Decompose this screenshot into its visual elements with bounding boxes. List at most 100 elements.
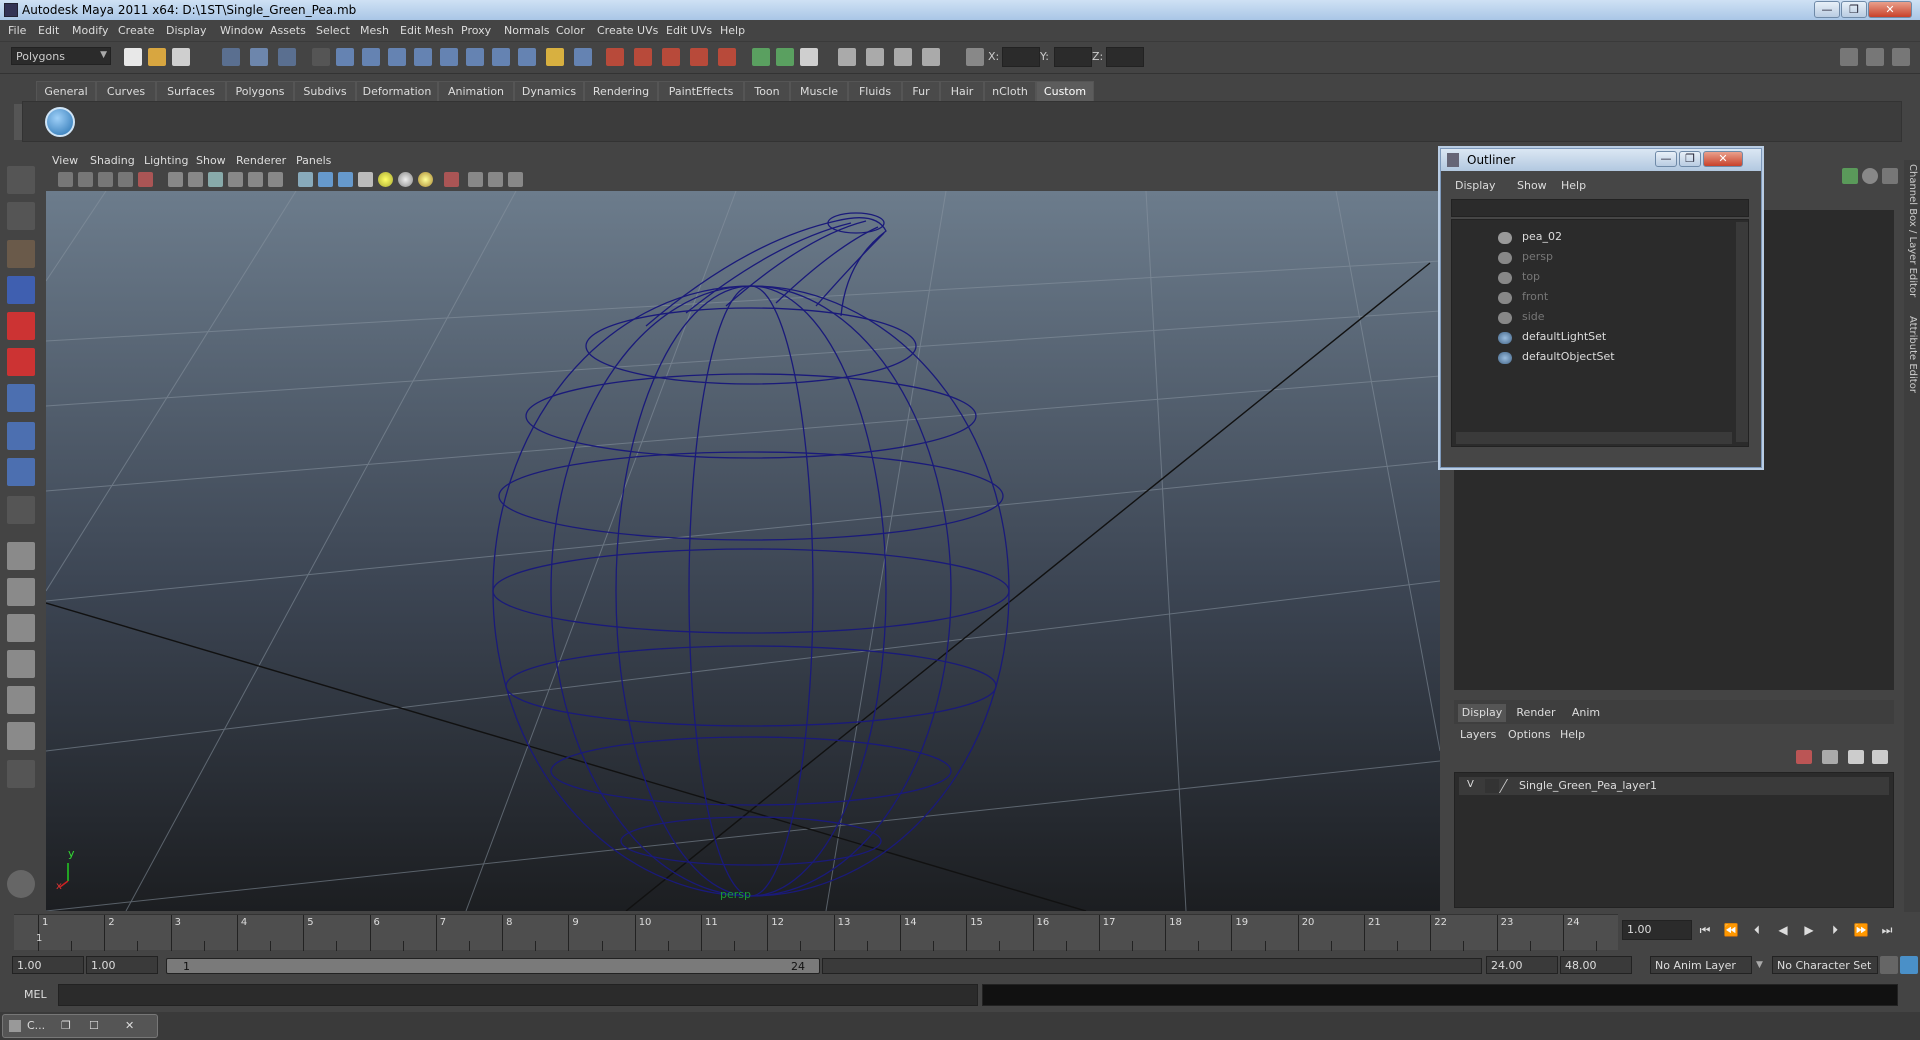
tab-custom[interactable]: Custom xyxy=(1036,81,1094,101)
persp-graph-hypershade-layout-icon[interactable] xyxy=(7,722,35,750)
snap-view-icon[interactable] xyxy=(414,48,432,66)
select-hierarchy-icon[interactable] xyxy=(222,48,240,66)
range-slider[interactable]: 1 24 xyxy=(166,958,820,974)
hypershade-persp-layout-icon[interactable] xyxy=(7,686,35,714)
wireframe-icon[interactable] xyxy=(298,172,313,187)
tab-ncloth[interactable]: nCloth xyxy=(984,81,1036,101)
outliner-item[interactable]: front xyxy=(1522,290,1548,303)
menu-edit-mesh[interactable]: Edit Mesh xyxy=(400,24,454,37)
scale-tool-icon[interactable] xyxy=(7,348,35,376)
outliner-menu-help[interactable]: Help xyxy=(1561,179,1586,192)
menu-file[interactable]: File xyxy=(8,24,26,37)
show-hide-tool-settings-icon[interactable] xyxy=(1866,48,1884,66)
ipr-render-icon[interactable] xyxy=(634,48,652,66)
mode-select[interactable]: Polygons ▼ xyxy=(11,47,111,65)
tab-toon[interactable]: Toon xyxy=(744,81,790,101)
show-manipulator-tool-icon[interactable] xyxy=(7,458,35,486)
brush-icon[interactable] xyxy=(1882,168,1898,184)
viewport-menu-renderer[interactable]: Renderer xyxy=(236,154,286,167)
new-layer-icon[interactable] xyxy=(1796,750,1812,764)
range-track[interactable] xyxy=(822,958,1482,974)
tab-painteffects[interactable]: PaintEffects xyxy=(658,81,744,101)
step-back-frame-icon[interactable]: ⏴ xyxy=(1748,923,1766,937)
tab-animation[interactable]: Animation xyxy=(438,81,514,101)
manipulator-tool-icon[interactable] xyxy=(7,384,35,412)
character-set-select[interactable]: No Character Set xyxy=(1772,956,1878,974)
question-icon[interactable] xyxy=(518,48,536,66)
playback-start-field[interactable]: 1.00 xyxy=(86,956,158,974)
four-view-layout-icon[interactable] xyxy=(7,578,35,606)
menu-normals[interactable]: Normals xyxy=(504,24,550,37)
shelf-menu-handle[interactable] xyxy=(14,104,22,140)
menu-window[interactable]: Window xyxy=(220,24,263,37)
play-forwards-icon[interactable]: ▶ xyxy=(1800,923,1818,937)
attribute-editor-toggle-icon[interactable] xyxy=(838,48,856,66)
chevron-down-icon[interactable]: ▼ xyxy=(1756,960,1763,970)
layer-name[interactable]: Single_Green_Pea_layer1 xyxy=(1519,779,1657,792)
maximize-button[interactable]: ❐ xyxy=(1841,1,1867,18)
z-field[interactable] xyxy=(1106,47,1144,67)
tab-hair[interactable]: Hair xyxy=(940,81,984,101)
mask-dropdown-icon[interactable] xyxy=(312,48,330,66)
move-tool-icon[interactable] xyxy=(7,276,35,304)
render-icon[interactable] xyxy=(606,48,624,66)
snap-grid-icon[interactable] xyxy=(336,48,354,66)
minimize-button[interactable]: — xyxy=(1814,1,1840,18)
outliner-maximize-button[interactable]: ❐ xyxy=(1679,151,1701,167)
outliner-menu-show[interactable]: Show xyxy=(1517,179,1547,192)
auto-key-icon[interactable] xyxy=(1880,956,1898,974)
image-plane-icon[interactable] xyxy=(118,172,133,187)
paint-select-tool-icon[interactable] xyxy=(7,240,35,268)
input-line-icon[interactable] xyxy=(752,48,770,66)
viewport-menu-view[interactable]: View xyxy=(52,154,78,167)
new-scene-icon[interactable] xyxy=(124,48,142,66)
tab-curves[interactable]: Curves xyxy=(96,81,156,101)
play-backwards-icon[interactable]: ◀ xyxy=(1774,923,1792,937)
xray-joints-icon[interactable] xyxy=(488,172,503,187)
camera-attributes-icon[interactable] xyxy=(78,172,93,187)
last-tool-icon[interactable] xyxy=(7,496,35,524)
select-camera-icon[interactable] xyxy=(58,172,73,187)
menu-modify[interactable]: Modify xyxy=(72,24,108,37)
show-hide-attribute-editor-icon[interactable] xyxy=(1840,48,1858,66)
gate-mask-icon[interactable] xyxy=(208,172,223,187)
save-scene-icon[interactable] xyxy=(172,48,190,66)
grid-toggle-icon[interactable] xyxy=(138,172,153,187)
render-settings-icon[interactable] xyxy=(662,48,680,66)
tab-fluids[interactable]: Fluids xyxy=(848,81,902,101)
film-gate-icon[interactable] xyxy=(168,172,183,187)
lasso-tool-icon[interactable] xyxy=(7,202,35,230)
tab-dynamics[interactable]: Dynamics xyxy=(514,81,584,101)
outliner-item[interactable]: persp xyxy=(1522,250,1553,263)
tab-layer-anim[interactable]: Anim xyxy=(1564,704,1608,722)
menu-edit[interactable]: Edit xyxy=(38,24,59,37)
smooth-shade-icon[interactable] xyxy=(318,172,333,187)
absolute-transform-icon[interactable] xyxy=(966,48,984,66)
tab-surfaces[interactable]: Surfaces xyxy=(156,81,226,101)
safe-title-icon[interactable] xyxy=(268,172,283,187)
move-layer-up-icon[interactable] xyxy=(1848,750,1864,764)
tab-rendering[interactable]: Rendering xyxy=(584,81,658,101)
tool-settings-toggle-icon[interactable] xyxy=(866,48,884,66)
tab-general[interactable]: General xyxy=(36,81,96,101)
snap-surface-icon[interactable] xyxy=(440,48,458,66)
outliner-close-button[interactable]: ✕ xyxy=(1703,151,1743,167)
select-tool-icon[interactable] xyxy=(7,166,35,194)
channel-box-toggle-icon[interactable] xyxy=(894,48,912,66)
persp-graph-layout-icon[interactable] xyxy=(7,650,35,678)
xray-icon[interactable] xyxy=(468,172,483,187)
outliner-item[interactable]: side xyxy=(1522,310,1545,323)
outliner-item[interactable]: defaultLightSet xyxy=(1522,330,1606,343)
layout-menu-icon[interactable] xyxy=(7,760,35,788)
step-forward-key-icon[interactable]: ⏩ xyxy=(1852,923,1870,937)
select-component-icon[interactable] xyxy=(278,48,296,66)
go-to-end-icon[interactable]: ⏭ xyxy=(1878,923,1896,937)
menu-create[interactable]: Create xyxy=(118,24,155,37)
tab-polygons[interactable]: Polygons xyxy=(226,81,294,101)
step-back-key-icon[interactable]: ⏪ xyxy=(1722,923,1740,937)
current-time-marker[interactable]: 1 xyxy=(36,933,42,944)
safe-action-icon[interactable] xyxy=(248,172,263,187)
open-scene-icon[interactable] xyxy=(148,48,166,66)
clipboard-icon[interactable] xyxy=(800,48,818,66)
preferences-icon[interactable] xyxy=(1900,956,1918,974)
